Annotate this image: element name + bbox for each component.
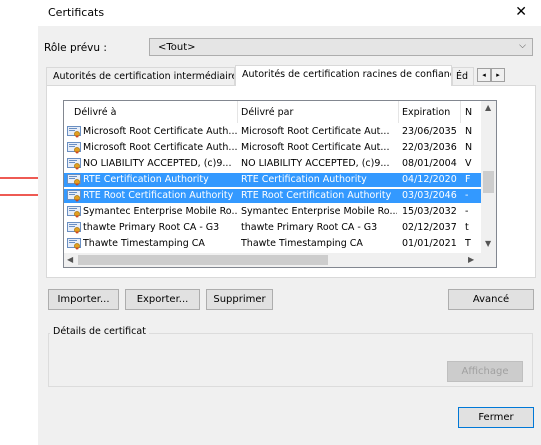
certificates-dialog: Certificats ✕ Rôle prévu : <Tout> ⌵ Auto… [38,0,541,445]
cell-expiration: 02/12/2037 [402,222,457,233]
tab-label: Autorités de certification intermédiaire… [53,71,235,82]
horizontal-scroll-thumb[interactable] [78,255,328,265]
tab-trusted-publishers[interactable]: Éd [452,67,474,85]
table-row[interactable]: RTE Root Certification Authority RTE Root… [64,189,484,203]
tab-trusted-root-authorities[interactable]: Autorités de certification racines de co… [235,65,452,86]
cell-issued-by: RTE Root Certification Authority [241,190,392,201]
list-header: Délivré à Délivré par Expiration N [64,101,484,123]
window-title: Certificats [48,6,105,19]
cell-issued-to: Thawte Timestamping CA [83,238,205,249]
cell-issued-by: thawte Primary Root CA - G3 [241,222,378,233]
cell-friendly-name: - [465,190,469,201]
scroll-up-icon[interactable]: ▲ [485,103,491,112]
scroll-right-icon[interactable]: ▶ [468,255,474,264]
tab-label: Éd [456,71,469,82]
cell-issued-to: RTE Certification Authority [83,174,209,185]
cell-issued-by: Symantec Enterprise Mobile Ro... [241,206,397,217]
tab-strip: Autorités de certification intermédiaire… [46,65,536,86]
cell-expiration: 01/01/2021 [402,238,457,249]
column-friendly-name[interactable]: N [465,107,472,118]
table-row[interactable]: Symantec Enterprise Mobile Ro... Symantec… [64,205,484,219]
cell-issued-to: Symantec Enterprise Mobile Ro... [83,206,237,217]
cell-issued-by: NO LIABILITY ACCEPTED, (c)9... [241,158,390,169]
title-bar: Certificats ✕ [38,0,541,26]
cell-issued-by: Microsoft Root Certificate Aut... [241,142,390,153]
cell-friendly-name: N [465,126,473,137]
certificate-icon [67,238,81,250]
tab-label: Autorités de certification racines de co… [242,69,452,80]
cell-expiration: 23/06/2035 [402,126,457,137]
cell-friendly-name: T [465,238,471,249]
cell-issued-by: Microsoft Root Certificate Aut... [241,126,390,137]
scroll-left-icon[interactable]: ◀ [67,255,73,264]
advanced-button[interactable]: Avancé [448,289,534,310]
tab-intermediate-authorities[interactable]: Autorités de certification intermédiaire… [46,67,235,85]
cell-issued-to: RTE Root Certification Authority [83,190,234,201]
vertical-scroll-thumb[interactable] [483,171,494,193]
export-button[interactable]: Exporter... [125,289,200,310]
cell-friendly-name: - [465,206,469,217]
cell-expiration: 03/03/2046 [402,190,457,201]
intended-purpose-label: Rôle prévu : [44,42,107,54]
certificate-icon [67,222,81,234]
intended-purpose-value: <Tout> [158,42,196,53]
remove-button[interactable]: Supprimer [206,289,273,310]
cell-expiration: 04/12/2020 [402,174,457,185]
cell-issued-to: Microsoft Root Certificate Auth... [83,142,237,153]
cell-issued-to: NO LIABILITY ACCEPTED, (c)9... [83,158,232,169]
column-expiration[interactable]: Expiration [402,107,450,118]
column-issued-to[interactable]: Délivré à [74,107,116,118]
certificate-icon [67,126,81,138]
certificate-icon [67,142,81,154]
view-button: Affichage [447,361,523,382]
vertical-scrollbar[interactable]: ▲ ▼ [481,101,496,253]
tab-scroll-left-icon[interactable]: ◂ [477,68,491,82]
certificate-icon [67,206,81,218]
table-row[interactable]: NO LIABILITY ACCEPTED, (c)9... NO LIABILI… [64,157,484,171]
certificate-icon [67,190,81,202]
close-button[interactable]: Fermer [458,407,534,428]
tab-panel: Délivré à Délivré par Expiration N Micro… [46,85,536,278]
cell-expiration: 22/03/2036 [402,142,457,153]
certificate-details-label: Détails de certificat [50,326,149,337]
horizontal-scrollbar[interactable]: ◀ ▶ [64,253,496,267]
cell-expiration: 15/03/2032 [402,206,457,217]
column-issued-by[interactable]: Délivré par [241,107,293,118]
table-row[interactable]: Microsoft Root Certificate Auth... Micros… [64,125,484,139]
cell-friendly-name: t [465,222,469,233]
cell-friendly-name: V [465,158,472,169]
cell-expiration: 08/01/2004 [402,158,457,169]
cell-issued-by: RTE Certification Authority [241,174,367,185]
cell-friendly-name: F [465,174,471,185]
cell-issued-to: thawte Primary Root CA - G3 [83,222,220,233]
cell-issued-by: Thawte Timestamping CA [241,238,363,249]
chevron-down-icon: ⌵ [519,41,526,51]
certificate-icon [67,174,81,186]
cell-friendly-name: N [465,142,473,153]
intended-purpose-select[interactable]: <Tout> ⌵ [149,38,533,56]
tab-scroll-right-icon[interactable]: ▸ [491,68,505,82]
table-row[interactable]: RTE Certification Authority RTE Certifica… [64,173,484,187]
import-button[interactable]: Importer... [48,289,119,310]
table-row[interactable]: Thawte Timestamping CA Thawte Timestampin… [64,237,484,251]
cell-issued-to: Microsoft Root Certificate Auth... [83,126,237,137]
close-icon[interactable]: ✕ [515,4,527,20]
certificate-list[interactable]: Délivré à Délivré par Expiration N Micro… [63,100,497,268]
scroll-down-icon[interactable]: ▼ [485,239,491,248]
table-row[interactable]: thawte Primary Root CA - G3 thawte Primar… [64,221,484,235]
table-row[interactable]: Microsoft Root Certificate Auth... Micros… [64,141,484,155]
certificate-icon [67,158,81,170]
